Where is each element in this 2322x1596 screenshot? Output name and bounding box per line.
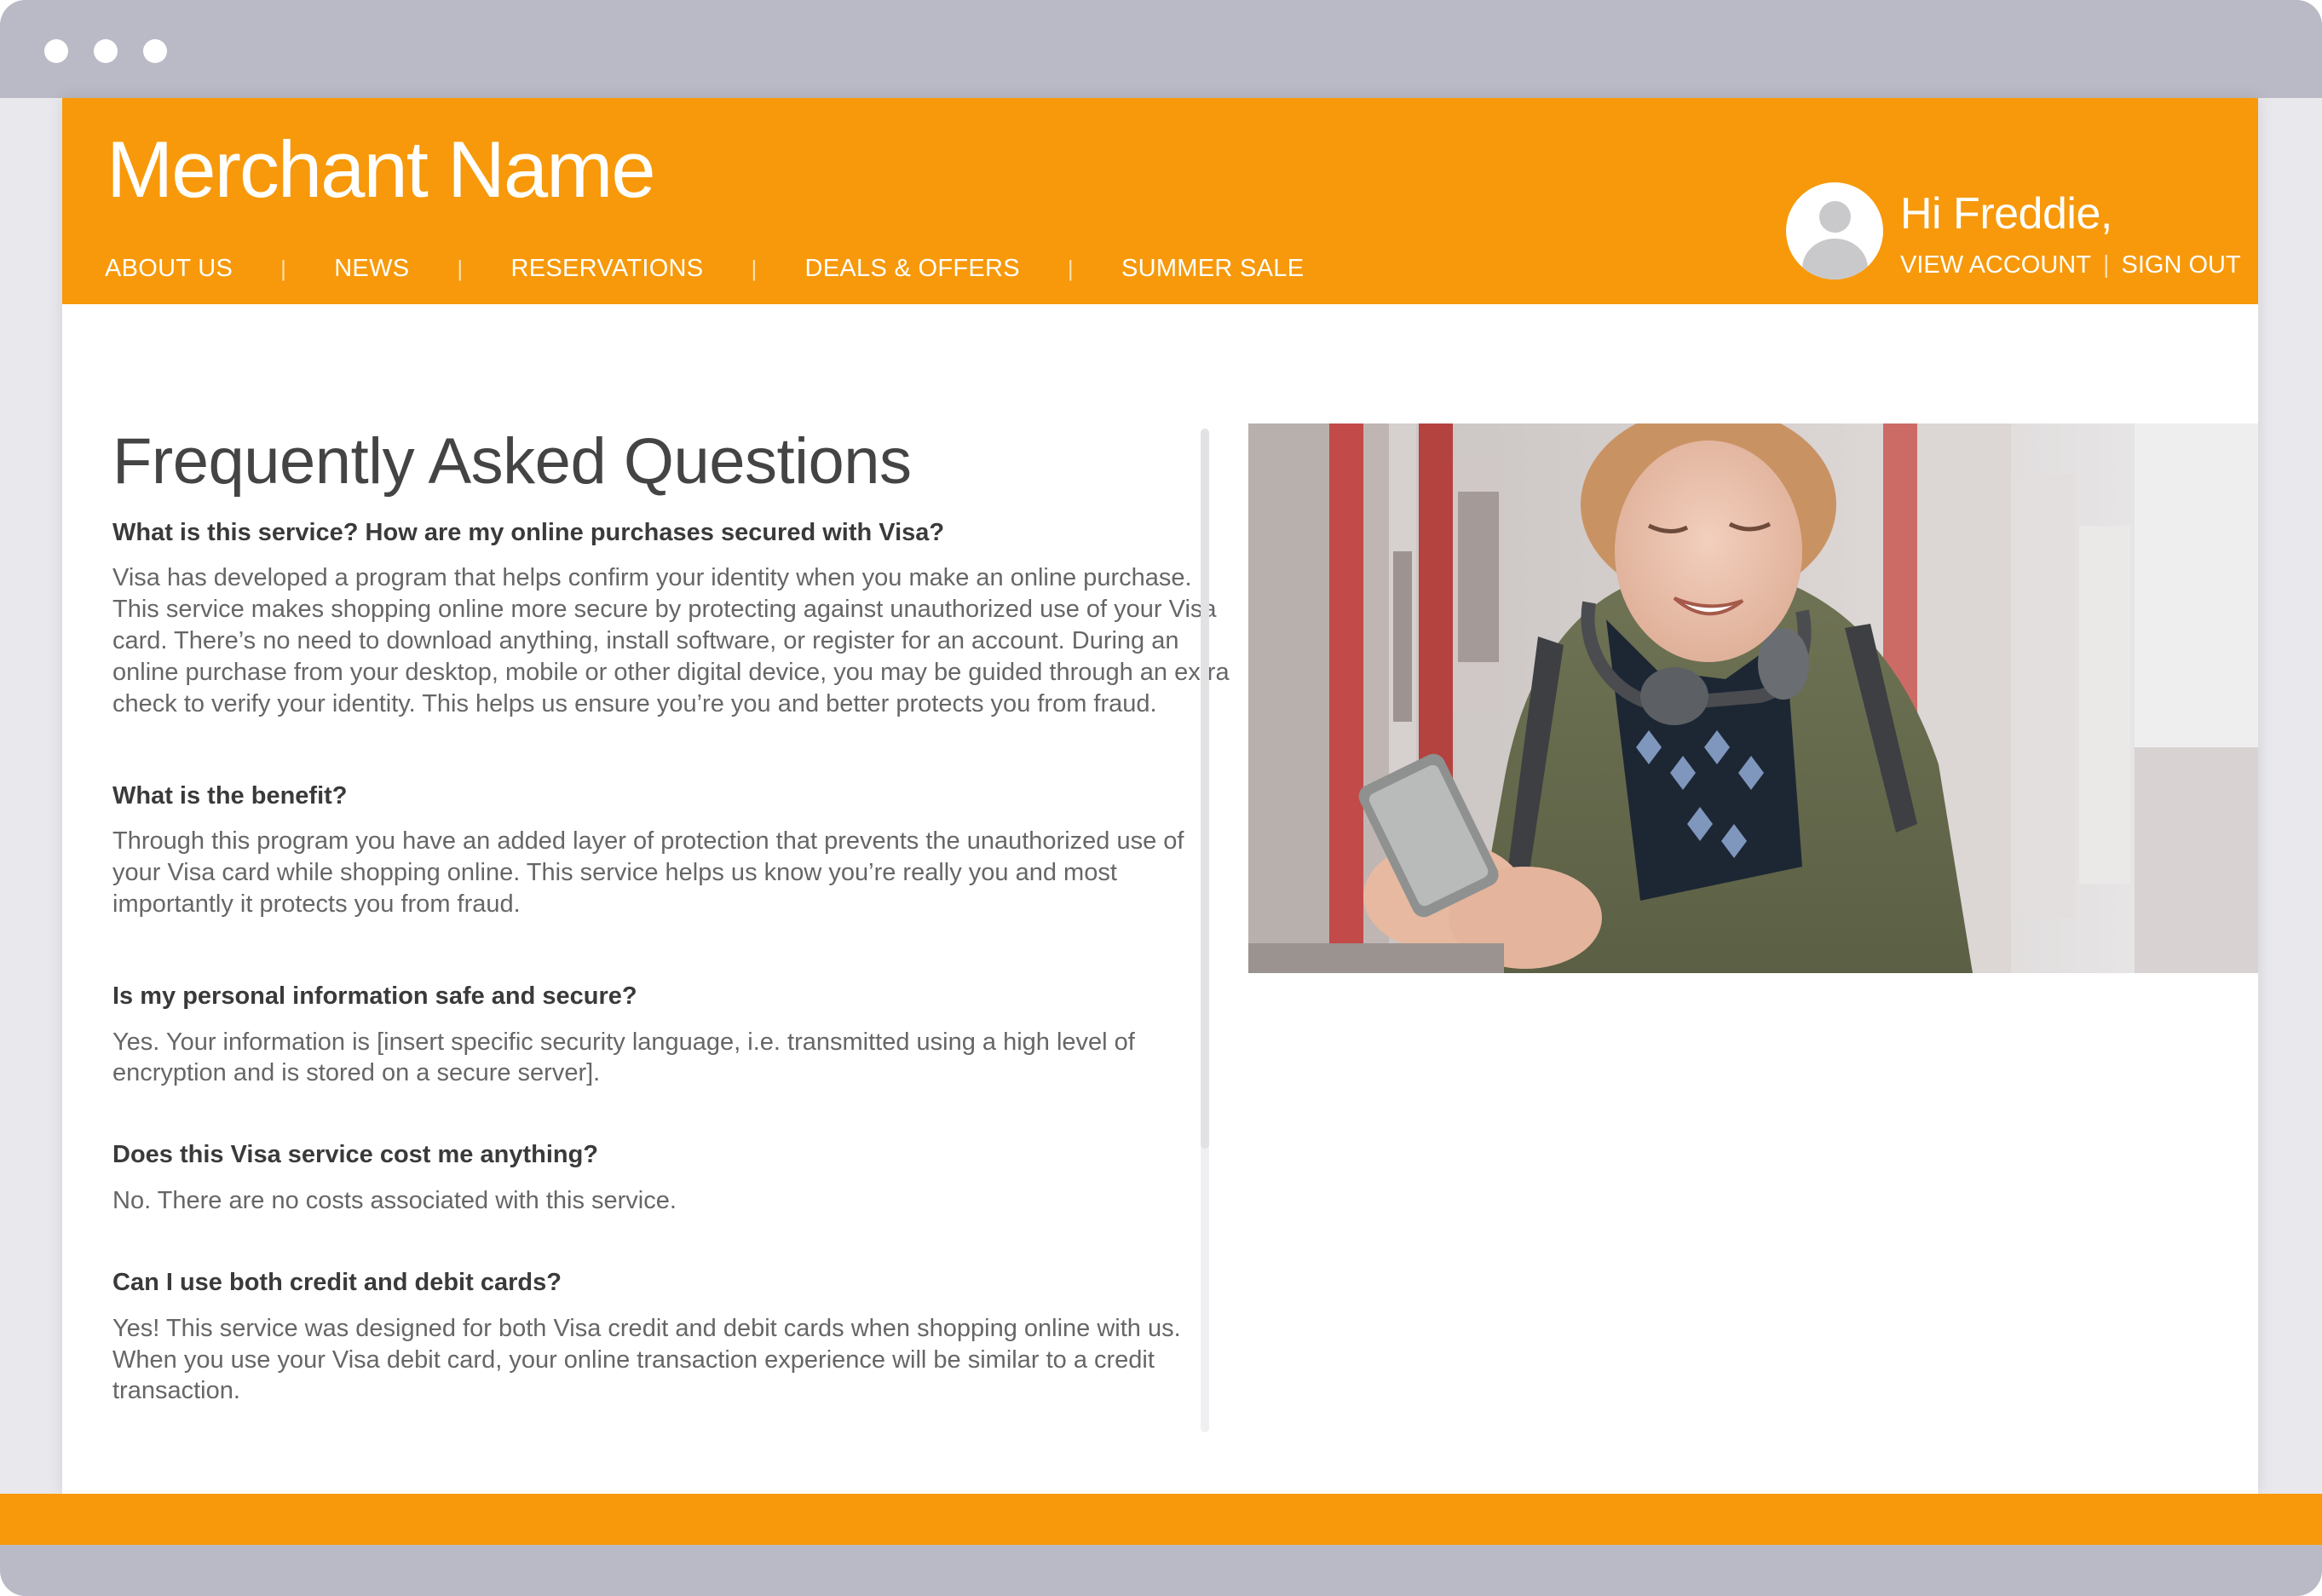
page-title: Frequently Asked Questions [112,425,912,498]
avatar-head-shape [1819,201,1851,233]
nav-separator: | [280,255,287,281]
faq-answer: Visa has developed a program that helps … [112,564,1230,717]
nav-news[interactable]: NEWS [334,255,409,283]
merchant-page: Merchant Name ABOUT US | NEWS | RESERVAT… [62,98,2258,1494]
faq-answer: No. There are no costs associated with t… [112,1187,677,1215]
faq-item: What is the benefit? Through this progra… [112,781,1237,920]
faq-question: What is this service? How are my online … [112,518,945,546]
nav-reservations[interactable]: RESERVATIONS [510,255,703,283]
faq-item: Does this Visa service cost me anything?… [112,1140,1237,1217]
hero-photo [1248,423,2258,973]
faq-answer: Through this program you have an added l… [112,827,1184,918]
brand-logo[interactable]: Merchant Name [107,124,656,216]
hero-photo-illustration [1248,423,2258,973]
faq-answer: Yes! This service was designed for both … [112,1314,1181,1405]
nav-separator: | [1067,255,1074,281]
faq-question: Does this Visa service cost me anything? [112,1141,599,1169]
faq-item: Is my personal information safe and secu… [112,982,1237,1089]
view-account-link[interactable]: VIEW ACCOUNT [1900,251,2091,279]
site-header: Merchant Name ABOUT US | NEWS | RESERVAT… [62,98,2258,304]
nav-separator: | [751,255,758,281]
faq-question: What is the benefit? [112,781,348,810]
window-control-icon[interactable] [143,39,167,63]
footer-bar [0,1494,2322,1545]
nav-separator: | [457,255,464,281]
avatar-body-shape [1802,239,1868,279]
faq-scrollbar[interactable] [1201,429,1209,1432]
browser-viewport: Merchant Name ABOUT US | NEWS | RESERVAT… [0,98,2322,1545]
user-greeting: Hi Freddie, [1900,189,2112,239]
window-titlebar [0,0,2322,98]
nav-about-us[interactable]: ABOUT US [105,255,233,283]
window-control-icon[interactable] [44,39,68,63]
browser-frame: Merchant Name ABOUT US | NEWS | RESERVAT… [0,0,2322,1596]
main-nav: ABOUT US | NEWS | RESERVATIONS | DEALS &… [105,251,1304,285]
faq-item: What is this service? How are my online … [112,518,1237,720]
user-avatar-icon[interactable] [1786,182,1883,279]
scrollbar-thumb[interactable] [1201,429,1209,1149]
window-control-icon[interactable] [94,39,118,63]
faq-question: Can I use both credit and debit cards? [112,1268,562,1296]
nav-deals-offers[interactable]: DEALS & OFFERS [805,255,1020,283]
nav-summer-sale[interactable]: SUMMER SALE [1121,255,1304,283]
account-links: VIEW ACCOUNT | SIGN OUT [1900,251,2241,279]
sign-out-link[interactable]: SIGN OUT [2122,251,2241,279]
account-separator: | [2102,251,2110,279]
faq-answer: Yes. Your information is [insert specifi… [112,1028,1135,1087]
faq-item: Can I use both credit and debit cards? Y… [112,1268,1237,1407]
faq-section: Frequently Asked Questions What is this … [112,426,1237,1468]
faq-question: Is my personal information safe and secu… [112,982,637,1010]
